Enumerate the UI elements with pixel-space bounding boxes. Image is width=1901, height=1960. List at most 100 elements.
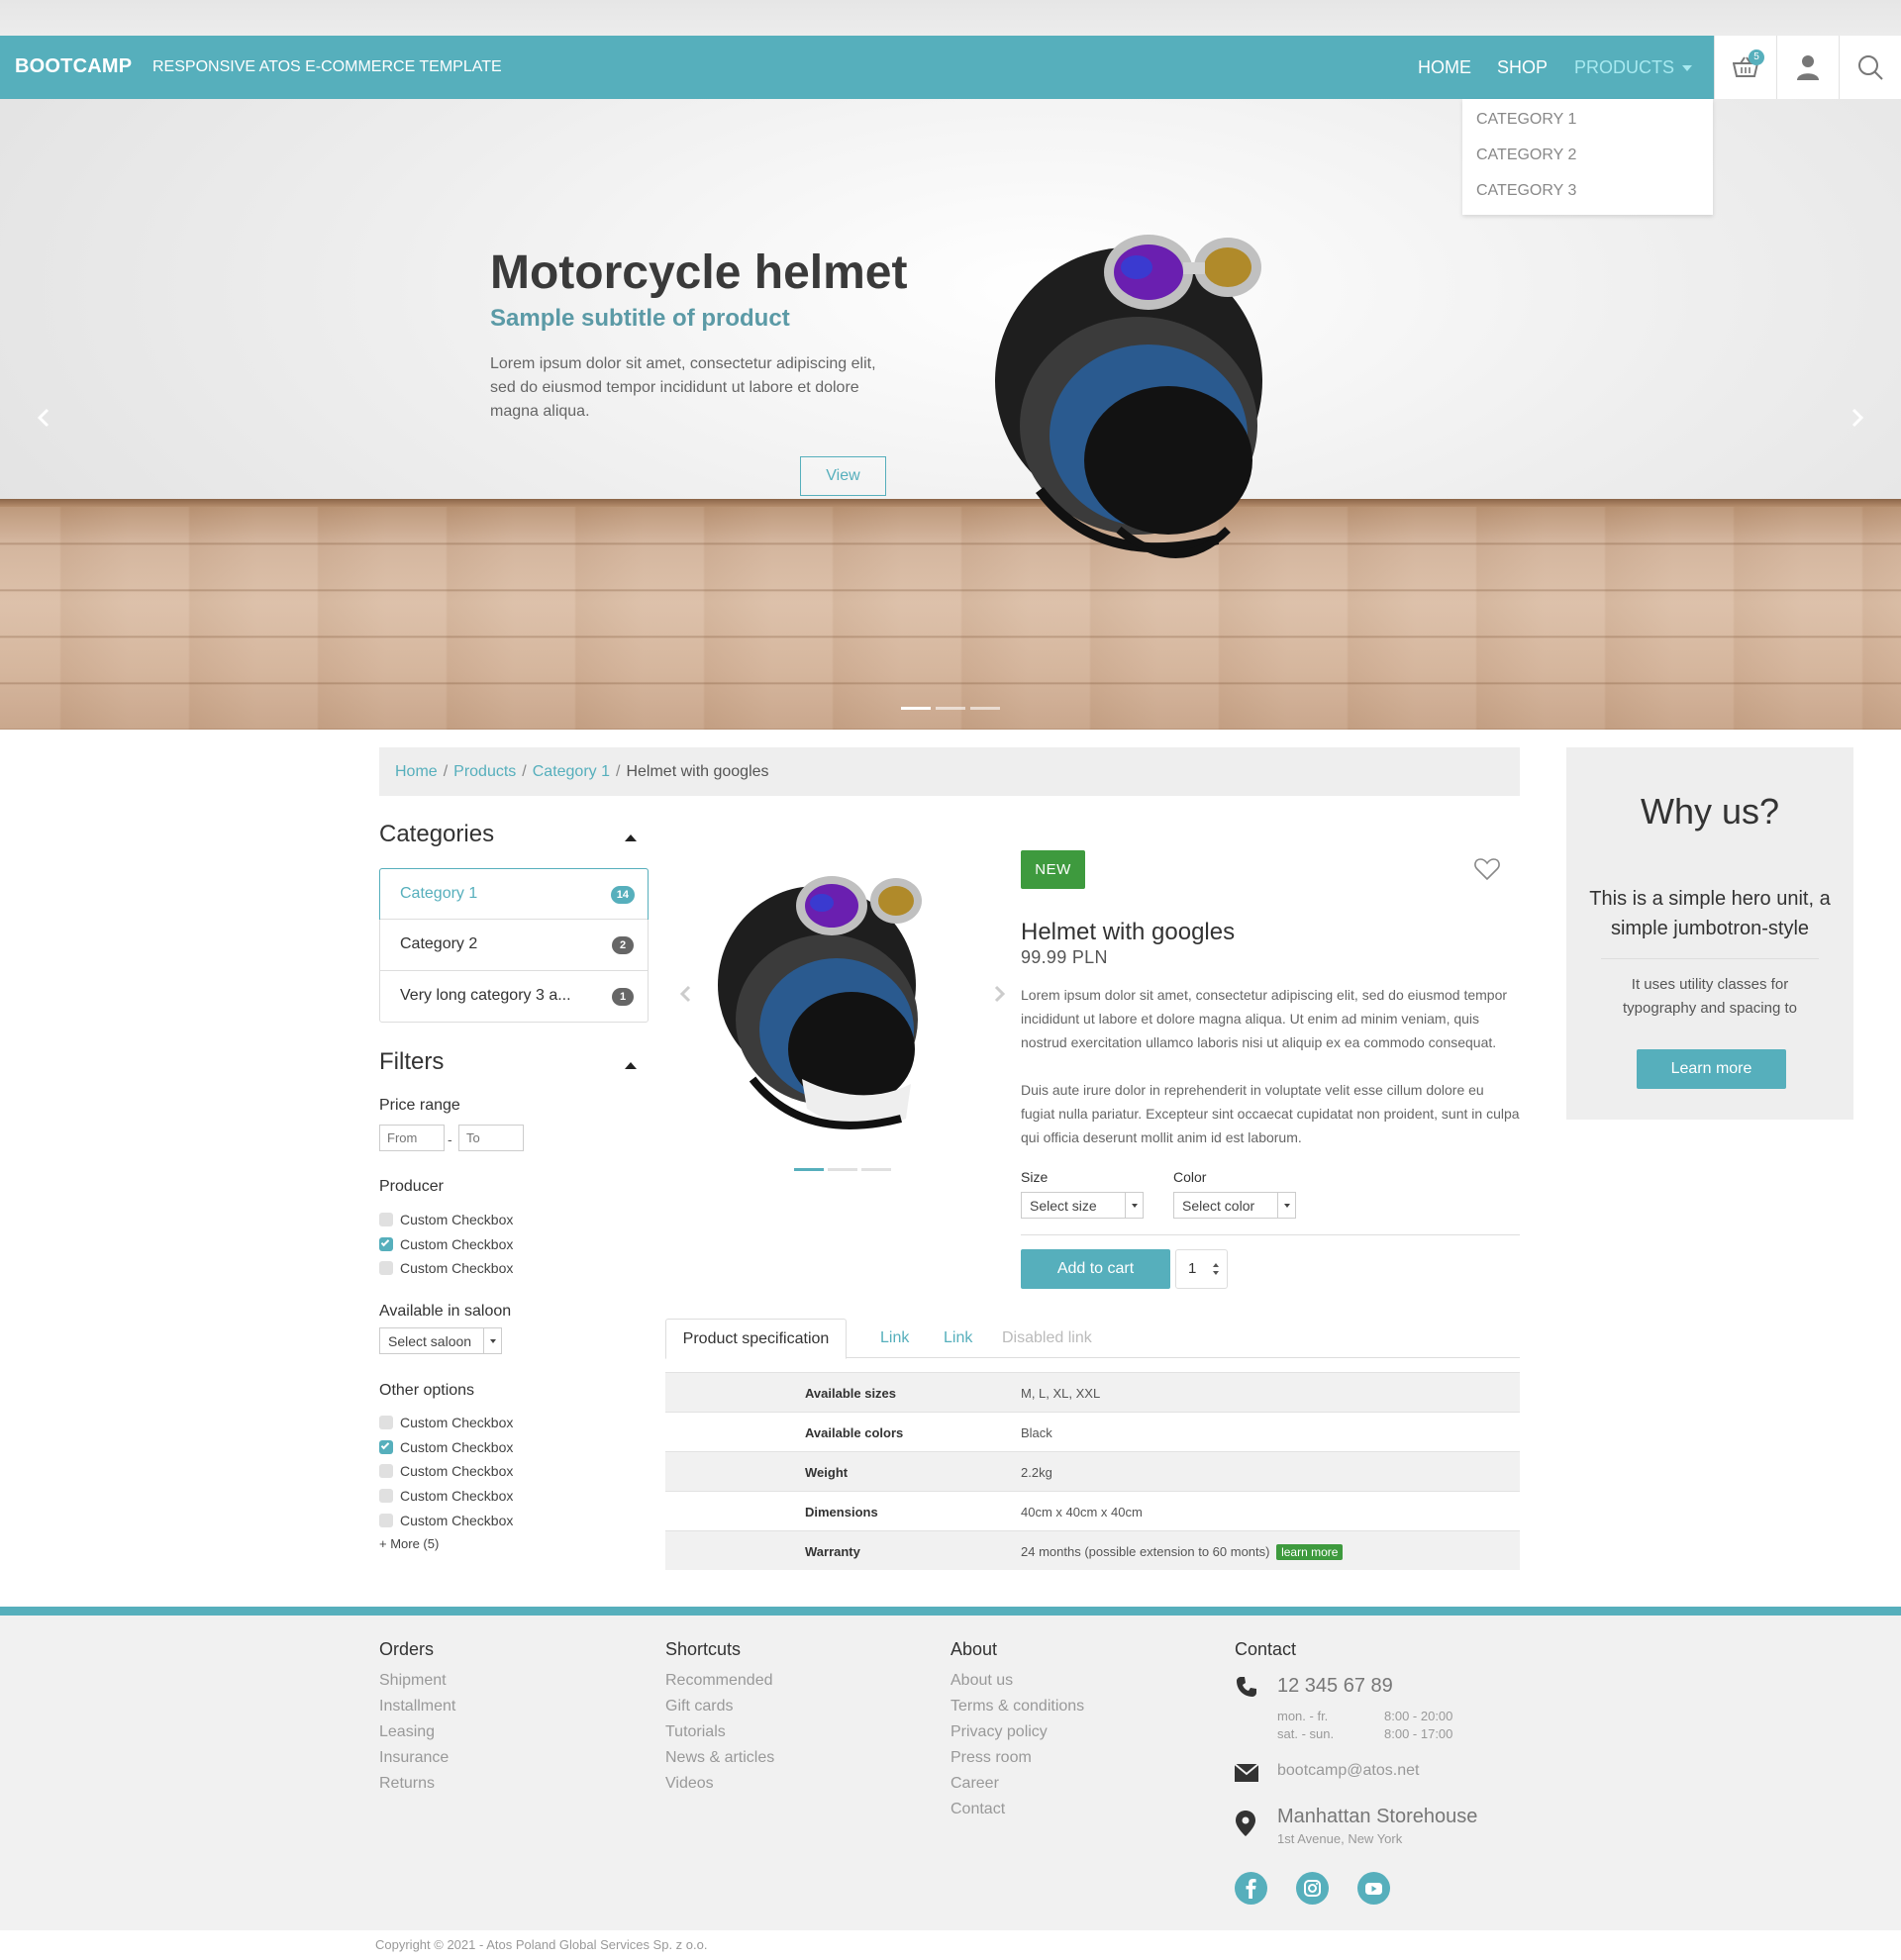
checkbox-unchecked[interactable] <box>379 1261 393 1276</box>
footer-link[interactable]: Terms & conditions <box>950 1694 1084 1719</box>
carousel-prev-icon[interactable] <box>33 406 56 430</box>
collapse-categories-icon[interactable] <box>625 834 637 841</box>
footer-link[interactable]: Gift cards <box>665 1694 774 1719</box>
add-to-cart-button[interactable]: Add to cart <box>1021 1249 1170 1289</box>
footer-link[interactable]: Leasing <box>379 1719 455 1745</box>
saloon-select[interactable]: Select saloon <box>379 1327 502 1354</box>
carousel-indicator-3[interactable] <box>970 707 1000 710</box>
tab-link-1[interactable]: Link <box>880 1319 909 1359</box>
category-label: Category 2 <box>400 935 478 952</box>
footer-link[interactable]: Recommended <box>665 1668 774 1694</box>
carousel-indicator-1[interactable] <box>901 707 931 710</box>
color-select[interactable]: Select color <box>1173 1192 1296 1219</box>
dropdown-item-category-2[interactable]: CATEGORY 2 <box>1476 147 1576 164</box>
gallery-indicator-2[interactable] <box>828 1168 857 1171</box>
quantity-stepper[interactable]: 1 <box>1175 1249 1228 1289</box>
category-count-badge: 14 <box>610 886 635 904</box>
contact-phone[interactable]: 12 345 67 89 <box>1277 1675 1393 1698</box>
nav-shop[interactable]: SHOP <box>1497 57 1548 78</box>
footer-link[interactable]: Press room <box>950 1745 1084 1771</box>
breadcrumb-category[interactable]: Category 1 <box>533 763 610 780</box>
checkbox-unchecked[interactable] <box>379 1514 393 1528</box>
checkbox-unchecked[interactable] <box>379 1416 393 1430</box>
gallery-next-icon[interactable] <box>992 985 1006 1003</box>
footer-link[interactable]: Privacy policy <box>950 1719 1084 1745</box>
spec-key: Warranty <box>805 1544 860 1559</box>
option-checkbox[interactable]: Custom Checkbox <box>379 1513 513 1528</box>
jumbotron-text: It uses utility classes for typography a… <box>1623 976 1797 1017</box>
footer-link[interactable]: Shipment <box>379 1668 455 1694</box>
producer-checkbox[interactable]: Custom Checkbox <box>379 1212 513 1227</box>
gallery-prev-icon[interactable] <box>679 985 693 1003</box>
hero-title: Motorcycle helmet <box>490 246 908 299</box>
size-select[interactable]: Select size <box>1021 1192 1144 1219</box>
account-button[interactable] <box>1776 36 1839 99</box>
footer-link[interactable]: Installment <box>379 1694 455 1719</box>
collapse-filters-icon[interactable] <box>625 1062 637 1069</box>
category-item[interactable]: Category 2 2 <box>380 919 648 970</box>
footer-link[interactable]: About us <box>950 1668 1084 1694</box>
hero-floor-background <box>0 499 1901 730</box>
hero-view-button[interactable]: View <box>800 456 886 496</box>
footer-link[interactable]: Videos <box>665 1771 774 1797</box>
category-item[interactable]: Category 1 14 <box>379 868 649 920</box>
instagram-icon[interactable] <box>1296 1872 1329 1905</box>
more-options-link[interactable]: + More (5) <box>379 1536 439 1551</box>
top-strip <box>0 0 1901 36</box>
checkbox-unchecked[interactable] <box>379 1464 393 1479</box>
user-icon <box>1797 55 1819 80</box>
footer: Orders Shipment Installment Leasing Insu… <box>0 1616 1901 1930</box>
option-checkbox[interactable]: Custom Checkbox <box>379 1488 513 1504</box>
brand-logo[interactable]: BOOTCAMP <box>15 55 132 78</box>
carousel-indicator-2[interactable] <box>936 707 965 710</box>
dropdown-item-category-1[interactable]: CATEGORY 1 <box>1476 111 1576 129</box>
contact-email[interactable]: bootcamp@atos.net <box>1277 1762 1419 1780</box>
color-label: Color <box>1173 1169 1207 1185</box>
option-checkbox[interactable]: Custom Checkbox <box>379 1439 513 1455</box>
saloon-select-value: Select saloon <box>388 1333 472 1349</box>
checkbox-checked[interactable] <box>379 1237 393 1252</box>
breadcrumb-separator: / <box>616 763 621 780</box>
gallery-indicator-3[interactable] <box>861 1168 891 1171</box>
footer-link[interactable]: Contact <box>950 1797 1084 1822</box>
footer-link[interactable]: Insurance <box>379 1745 455 1771</box>
option-checkbox[interactable]: Custom Checkbox <box>379 1463 513 1479</box>
gallery-indicator-1[interactable] <box>794 1168 824 1171</box>
price-from-input[interactable] <box>379 1125 445 1151</box>
footer-link[interactable]: Returns <box>379 1771 455 1797</box>
youtube-icon[interactable] <box>1357 1872 1390 1905</box>
producer-checkbox[interactable]: Custom Checkbox <box>379 1260 513 1276</box>
price-to-input[interactable] <box>458 1125 524 1151</box>
cart-button[interactable]: 5 <box>1714 36 1776 99</box>
footer-link[interactable]: News & articles <box>665 1745 774 1771</box>
facebook-icon[interactable] <box>1235 1872 1267 1905</box>
nav-products[interactable]: PRODUCTS <box>1574 57 1693 78</box>
dropdown-item-category-3[interactable]: CATEGORY 3 <box>1476 182 1576 200</box>
learn-more-badge[interactable]: learn more <box>1276 1544 1344 1560</box>
category-item[interactable]: Very long category 3 a... 1 <box>380 970 648 1022</box>
search-button[interactable] <box>1839 36 1901 99</box>
footer-about-column: About About us Terms & conditions Privac… <box>950 1639 1084 1822</box>
learn-more-button[interactable]: Learn more <box>1637 1049 1786 1089</box>
heart-icon[interactable] <box>1473 855 1501 883</box>
producer-checkbox[interactable]: Custom Checkbox <box>379 1236 513 1252</box>
stepper-arrows-icon[interactable] <box>1213 1263 1219 1277</box>
option-checkbox[interactable]: Custom Checkbox <box>379 1415 513 1430</box>
footer-link[interactable]: Career <box>950 1771 1084 1797</box>
checkbox-checked[interactable] <box>379 1440 393 1455</box>
table-row: Dimensions 40cm x 40cm x 40cm <box>665 1491 1520 1530</box>
carousel-next-icon[interactable] <box>1845 406 1868 430</box>
spec-value: 24 months (possible extension to 60 mont… <box>1021 1544 1344 1560</box>
nav-home[interactable]: HOME <box>1418 57 1471 78</box>
product-image[interactable] <box>713 861 970 1143</box>
checkbox-unchecked[interactable] <box>379 1213 393 1227</box>
breadcrumb-home[interactable]: Home <box>395 763 438 780</box>
breadcrumb-products[interactable]: Products <box>453 763 516 780</box>
tab-link-2[interactable]: Link <box>944 1319 972 1359</box>
footer-heading: Orders <box>379 1639 435 1659</box>
hours-days: mon. - fr. <box>1277 1709 1329 1723</box>
footer-link[interactable]: Tutorials <box>665 1719 774 1745</box>
tab-product-specification[interactable]: Product specification <box>665 1319 847 1359</box>
checkbox-unchecked[interactable] <box>379 1489 393 1504</box>
jumbotron-lead: This is a simple hero unit, a simple jum… <box>1589 888 1831 939</box>
